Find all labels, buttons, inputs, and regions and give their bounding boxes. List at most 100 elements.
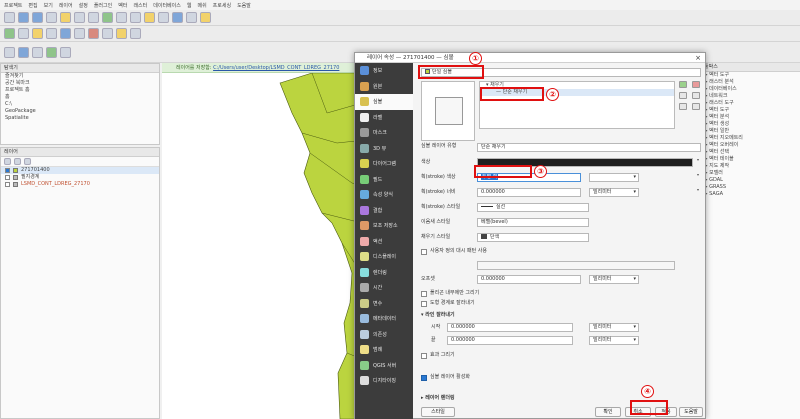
print-layout-icon[interactable] [46,12,57,23]
annotation-icon[interactable] [200,12,211,23]
sidebar-tab[interactable]: 렌더링 [355,265,413,281]
menu-item[interactable]: 보기 [44,2,53,9]
menu-item[interactable]: 메쉬 [197,2,206,9]
fill-style-select[interactable]: 단색 [477,233,589,242]
python-console-icon[interactable] [130,28,141,39]
sidebar-tab[interactable]: 변수 [355,296,413,312]
digitize-icon[interactable] [102,28,113,39]
duplicate-icon[interactable] [692,92,700,99]
sidebar-tab[interactable]: 디지타이징 [355,373,413,389]
zoom-full-icon[interactable] [102,12,113,23]
layer-item[interactable]: 필지경계 [1,174,159,181]
toolbox-item[interactable]: ▸ 벡터 선택 [701,149,800,156]
layer-type-select[interactable]: 단순 채우기 [477,143,701,152]
browser-item[interactable]: 홈 [1,94,159,101]
help-button[interactable]: 도움말 [679,407,703,417]
save-project-icon[interactable] [32,12,43,23]
pan-icon[interactable] [60,12,71,23]
zoom-in-icon[interactable] [74,12,85,23]
sidebar-tab[interactable]: 심볼 [355,94,413,110]
menu-item[interactable]: 벡터 [118,2,127,9]
menu-item[interactable]: 프로세싱 [213,2,231,9]
toolbox-item[interactable]: ▸ 벡터 분석 [701,114,800,121]
browser-item[interactable]: 즐겨찾기 [1,73,159,80]
layer-item[interactable]: 271701400 [1,167,159,174]
toggle-edit-icon[interactable] [88,28,99,39]
dash-pattern-field[interactable] [477,261,675,270]
menu-item[interactable]: 프로젝트 [4,2,22,9]
trim-section-header[interactable]: ▾ 라인 잘라내기 [421,311,455,320]
add-spatialite-icon[interactable] [46,28,57,39]
menu-item[interactable]: 레이어 [59,2,73,9]
refresh-icon[interactable] [130,12,141,23]
sidebar-tab[interactable]: 라벨 [355,110,413,126]
rotate-icon[interactable] [60,46,71,58]
add-vector-icon[interactable] [4,28,15,39]
add-postgis-icon[interactable] [60,28,71,39]
browser-item[interactable]: 공간 북마크 [1,80,159,87]
toolbox-item[interactable]: ▸ 래스터 분석 [701,79,800,86]
style-button[interactable]: 스타일 [421,407,455,417]
sidebar-tab[interactable]: QGIS 서버 [355,358,413,374]
sidebar-tab[interactable]: 속성 양식 [355,187,413,203]
toolbox-item[interactable]: ▸ 래스터 도구 [701,100,800,107]
select-icon[interactable] [144,12,155,23]
sidebar-tab[interactable]: 다이어그램 [355,156,413,172]
menu-item[interactable]: 설정 [79,2,88,9]
statistics-icon[interactable] [172,12,183,23]
toolbox-item[interactable]: ▸ GRASS [701,184,800,191]
layer-visibility-checkbox[interactable] [5,182,10,187]
join-style-select[interactable]: 베벨(bevel) [477,218,589,227]
stroke-width-override-icon[interactable]: ▾ [695,188,701,197]
sidebar-tab[interactable]: 시간 [355,280,413,296]
draw-effects-checkbox[interactable] [421,353,427,359]
layer-tool-icon[interactable] [4,46,15,58]
new-project-icon[interactable] [4,12,15,23]
menu-item[interactable]: 편집 [28,2,37,9]
stroke-color-menu-icon[interactable]: ▾ [695,173,701,182]
add-delimited-icon[interactable] [32,28,43,39]
browser-item[interactable]: GeoPackage [1,108,159,115]
zoom-layer-icon[interactable] [116,12,127,23]
fill-color-menu-icon[interactable]: ▾ [695,158,701,167]
lock-icon[interactable] [679,92,687,99]
open-styling-icon[interactable] [4,158,11,165]
sidebar-tab[interactable]: 보조 저장소 [355,218,413,234]
offset-x-input[interactable]: 0.000000 [477,275,581,284]
toolbox-item[interactable]: ▸ SAGA [701,191,800,198]
toolbox-item[interactable]: ▸ 네트워크 [701,93,800,100]
sidebar-tab[interactable]: 메타데이터 [355,311,413,327]
toolbox-item[interactable]: ▸ 모델러 [701,170,800,177]
layer-visibility-checkbox[interactable] [5,175,10,180]
menu-item[interactable]: 플러그인 [94,2,112,9]
stroke-color-mode-select[interactable] [589,173,639,182]
move-down-icon[interactable] [692,103,700,110]
sidebar-tab[interactable]: 마스크 [355,125,413,141]
stroke-width-input[interactable]: 0.000000 [477,188,581,197]
trim-end-input[interactable]: 0.000000 [447,336,573,345]
toolbox-item[interactable]: ▸ 벡터 지오메트리 [701,135,800,142]
menu-item[interactable]: 데이터베이스 [153,2,181,9]
enable-layer-checkbox[interactable] [421,375,427,381]
filter-icon[interactable] [24,158,31,165]
add-raster-icon[interactable] [18,28,29,39]
toolbox-item[interactable]: ▸ 데이터베이스 [701,86,800,93]
remove-layer-icon[interactable] [692,81,700,88]
trim-start-input[interactable]: 0.000000 [447,323,573,332]
stroke-width-unit-select[interactable]: 밀리미터 [589,188,639,197]
custom-dash-checkbox[interactable] [421,249,427,255]
open-project-icon[interactable] [18,12,29,23]
trim-end-unit-select[interactable]: 밀리미터 [589,336,639,345]
draw-inside-checkbox[interactable] [421,291,427,297]
sidebar-tab[interactable]: 디스플레이 [355,249,413,265]
browser-item[interactable]: Spatialite [1,115,159,122]
toolbox-item[interactable]: ▸ GDAL [701,177,800,184]
toolbox-item[interactable]: ▸ 벡터 도구 [701,72,800,79]
menu-item[interactable]: 도움말 [237,2,251,9]
sidebar-tab[interactable]: 원본 [355,79,413,95]
layer-item[interactable]: LSMD_CONT_LDREG_27170 [1,181,159,188]
label-tool-icon[interactable] [116,28,127,39]
advanced-digitize-icon[interactable] [18,46,29,58]
browser-item[interactable]: C:\ [1,101,159,108]
sidebar-tab[interactable]: 액션 [355,234,413,250]
